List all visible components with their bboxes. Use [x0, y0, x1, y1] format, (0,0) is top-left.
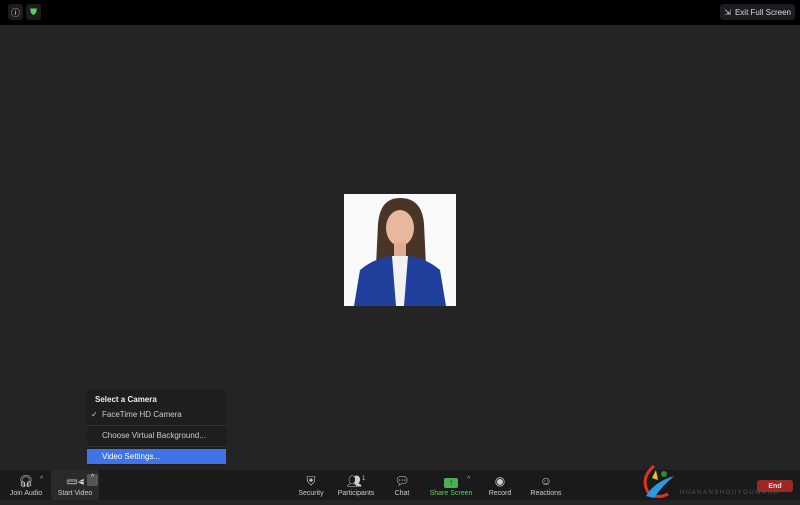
divider	[87, 425, 226, 426]
chat-button[interactable]: 💬︎Chat	[390, 470, 414, 500]
check-icon: ✓	[91, 410, 98, 419]
exit-full-screen-button[interactable]: ⇲Exit Full Screen	[720, 4, 795, 20]
record-icon: ◉	[495, 475, 505, 488]
share-screen-button[interactable]: ↑Share Screen	[428, 470, 474, 500]
share-screen-icon: ↑	[444, 478, 458, 488]
menu-item-facetime-camera[interactable]: ✓ FaceTime HD Camera	[87, 407, 226, 422]
participants-count: 1	[362, 476, 365, 482]
video-off-icon: ▭◂	[66, 475, 83, 488]
watermark-logo: HUANANSHOUYOUWANG	[640, 462, 800, 500]
participant-video-tile	[344, 194, 456, 306]
record-button[interactable]: ◉Record	[486, 470, 514, 500]
menu-header: Select a Camera	[95, 395, 157, 404]
security-button[interactable]: ⛨Security	[293, 470, 329, 500]
top-bar: ⓘ ⛊ ⇲Exit Full Screen	[0, 0, 800, 25]
shield-icon: ⛨	[306, 475, 315, 488]
encryption-shield-icon[interactable]: ⛊	[26, 4, 41, 20]
watermark-emblem	[640, 462, 680, 500]
share-options-caret-icon[interactable]: ^	[467, 476, 470, 483]
menu-item-video-settings[interactable]: Video Settings...	[87, 449, 226, 464]
divider	[87, 446, 226, 447]
headphones-icon: 🎧︎	[18, 475, 33, 488]
menu-item-virtual-background[interactable]: Choose Virtual Background...	[87, 428, 226, 443]
audio-options-caret-icon[interactable]: ^	[40, 476, 43, 483]
info-icon[interactable]: ⓘ	[8, 4, 23, 20]
video-options-caret-icon[interactable]: ^	[87, 474, 98, 486]
participants-button[interactable]: 👥︎1Participants	[334, 470, 378, 500]
reactions-button[interactable]: ☺Reactions	[529, 470, 563, 500]
exit-fullscreen-icon: ⇲	[724, 8, 731, 17]
participant-photo	[344, 194, 456, 306]
watermark-text: HUANANSHOUYOUWANG	[680, 490, 780, 496]
camera-menu: Select a Camera ✓ FaceTime HD Camera Cho…	[87, 389, 226, 465]
emoji-plus-icon: ☺	[540, 475, 552, 488]
join-audio-button[interactable]: 🎧︎Join Audio	[6, 470, 46, 500]
participants-icon: 👥︎1	[347, 473, 366, 488]
chat-icon: 💬︎	[394, 475, 409, 488]
